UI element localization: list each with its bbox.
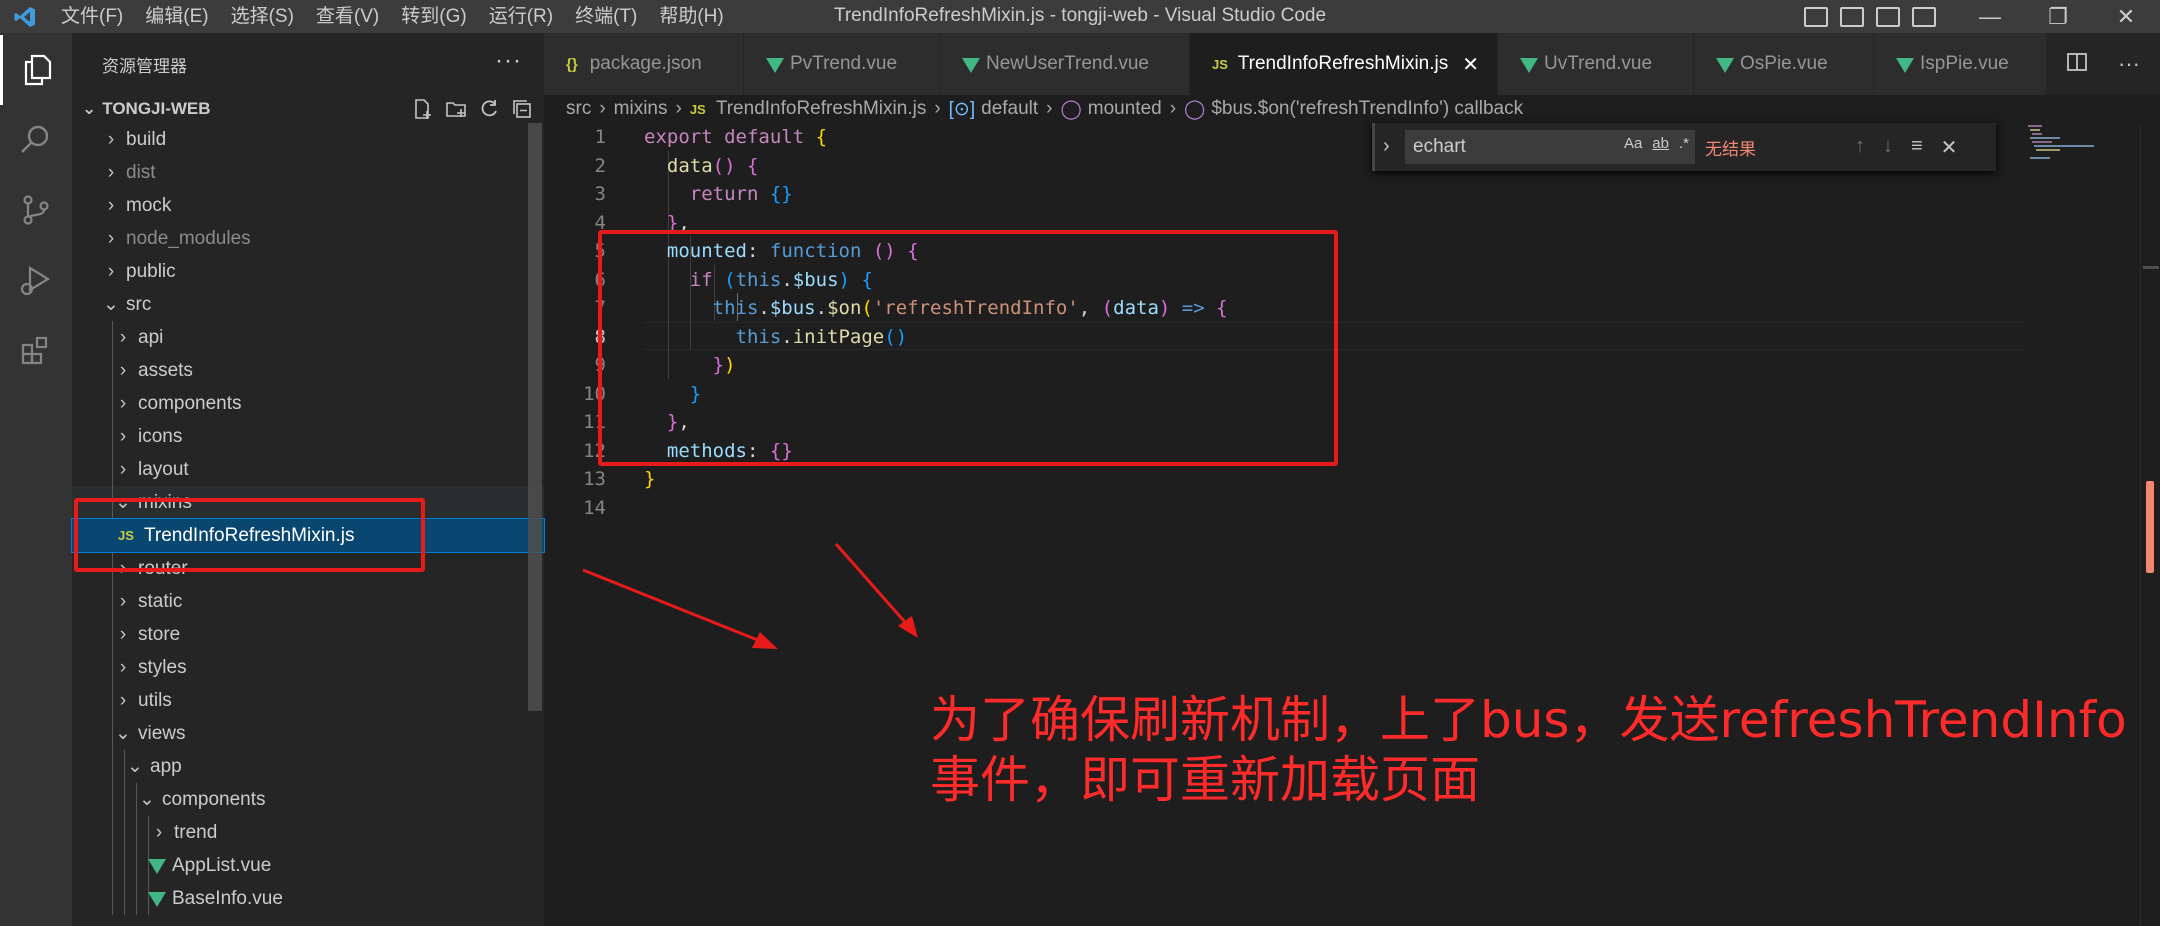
- annotation-text: 为了确保刷新机制，上了bus，发送refreshTrendInfo事件，即可重新…: [930, 691, 2127, 809]
